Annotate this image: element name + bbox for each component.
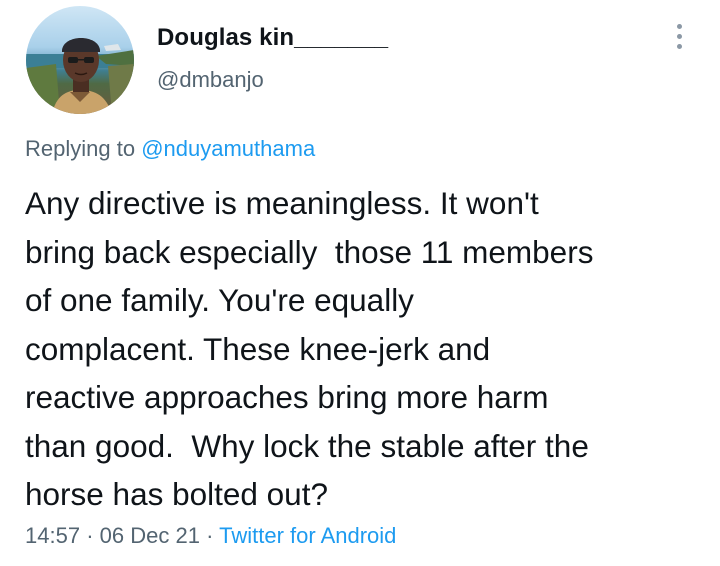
tweet-meta: 14:57 · 06 Dec 21 · Twitter for Android	[25, 523, 396, 549]
author-handle[interactable]: @dmbanjo	[157, 67, 264, 93]
more-vertical-icon-dot	[677, 34, 682, 39]
tweet-date[interactable]: 06 Dec 21	[100, 523, 200, 548]
more-options-button[interactable]	[666, 20, 694, 54]
reply-mention-link[interactable]: @nduyamuthama	[141, 136, 315, 161]
avatar[interactable]	[26, 6, 134, 114]
more-vertical-icon-dot	[677, 44, 682, 49]
meta-separator: ·	[86, 523, 94, 548]
replying-to-label: Replying to	[25, 136, 136, 161]
tweet-source-link[interactable]: Twitter for Android	[219, 523, 396, 548]
avatar-photo	[26, 38, 134, 114]
replying-to: Replying to @nduyamuthama	[25, 136, 315, 162]
tweet-time[interactable]: 14:57	[25, 523, 80, 548]
tweet-card: Douglas kin_______ @dmbanjo Replying to …	[0, 0, 720, 566]
more-vertical-icon	[677, 24, 682, 29]
meta-separator: ·	[206, 523, 214, 548]
tweet-text: Any directive is meaningless. It won't b…	[25, 185, 594, 512]
author-display-name[interactable]: Douglas kin_______	[157, 24, 388, 52]
